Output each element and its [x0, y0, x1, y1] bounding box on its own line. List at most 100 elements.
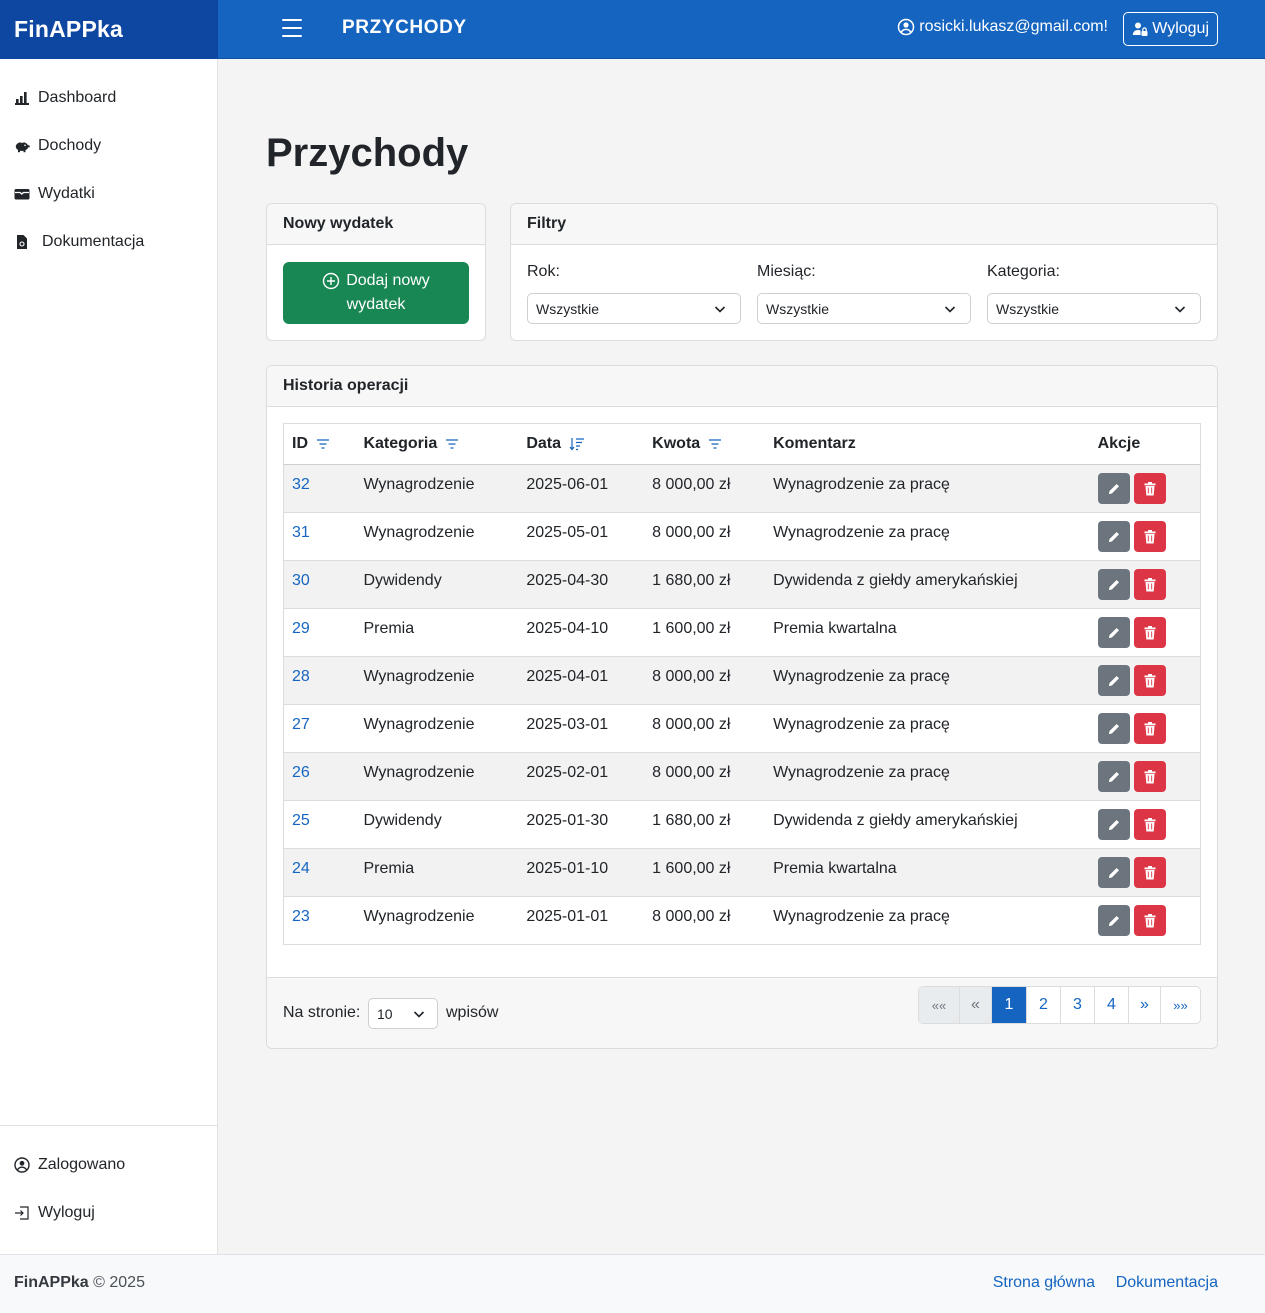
sidebar-logout[interactable]: Wyloguj [14, 1204, 95, 1222]
delete-button[interactable] [1133, 761, 1166, 792]
page-link[interactable]: 2 [1026, 987, 1060, 1023]
edit-button[interactable] [1097, 809, 1130, 840]
delete-button[interactable] [1133, 665, 1166, 696]
edit-button[interactable] [1097, 569, 1130, 600]
cell-id: 26 [283, 752, 356, 801]
menu-toggle-icon[interactable] [282, 19, 302, 37]
add-expense-button[interactable]: Dodaj nowy wydatek [283, 262, 469, 324]
col-amount[interactable]: Kwota [644, 423, 766, 465]
pagination: «« «1 2 3 4»»» [918, 986, 1201, 1024]
col-date[interactable]: Data [518, 423, 645, 465]
trash-icon [1144, 721, 1156, 735]
delete-button[interactable] [1133, 713, 1166, 744]
category-select[interactable]: Wszystkie [987, 293, 1201, 324]
table-row: 24 Premia 2025-01-10 1 600,00 zł Premia kwar… [283, 848, 1201, 897]
edit-button[interactable] [1097, 473, 1130, 504]
row-comment: Wynagrodzenie za pracę [773, 475, 950, 493]
cell-amount: 8 000,00 zł [644, 656, 766, 705]
month-select[interactable]: Wszystkie [757, 293, 971, 324]
table-row: 28 Wynagrodzenie 2025-04-01 8 000,00 zł Wyna… [283, 656, 1201, 705]
col-id[interactable]: ID [283, 423, 356, 465]
per-page-value: 10 [377, 1005, 393, 1022]
row-category: Dywidendy [363, 811, 442, 829]
row-id-link[interactable]: 23 [292, 908, 310, 925]
page-link[interactable]: 1 [991, 987, 1026, 1023]
cell-id: 24 [283, 848, 356, 897]
trash-icon [1144, 577, 1156, 591]
cell-category: Premia [355, 848, 519, 897]
cell-date: 2025-04-30 [518, 560, 645, 609]
year-label: Rok: [527, 263, 560, 280]
row-amount: 8 000,00 zł [652, 475, 731, 493]
cell-category: Wynagrodzenie [355, 752, 519, 801]
pencil-icon [1108, 627, 1119, 638]
table-row: 31 Wynagrodzenie 2025-05-01 8 000,00 zł Wyna… [283, 512, 1201, 561]
cell-category: Wynagrodzenie [355, 464, 519, 513]
page-link[interactable]: » [1128, 987, 1160, 1023]
user-email-text: rosicki.lukasz@gmail.com! [919, 18, 1108, 35]
delete-button[interactable] [1133, 905, 1166, 936]
row-category: Dywidendy [363, 571, 442, 589]
logout-button[interactable]: Wyloguj [1123, 12, 1218, 46]
row-id-link[interactable]: 24 [292, 860, 310, 877]
row-id-link[interactable]: 30 [292, 572, 310, 589]
page-title: Przychody [266, 131, 469, 175]
edit-button[interactable] [1097, 617, 1130, 648]
sidebar-item-dokumentacja[interactable]: Dokumentacja [14, 233, 144, 251]
delete-button[interactable] [1133, 617, 1166, 648]
page-footer: FinAPPka © 2025 Strona główna Dokumentac… [0, 1254, 1265, 1313]
brand-logo[interactable]: FinAPPka [14, 16, 123, 43]
edit-button[interactable] [1097, 761, 1130, 792]
row-category: Wynagrodzenie [363, 523, 475, 541]
row-id-link[interactable]: 29 [292, 620, 310, 637]
delete-button[interactable] [1133, 569, 1166, 600]
row-category: Wynagrodzenie [363, 907, 475, 925]
cell-id: 31 [283, 512, 356, 561]
per-page-select[interactable]: 10 [368, 998, 438, 1029]
trash-icon [1144, 865, 1156, 879]
delete-button[interactable] [1133, 857, 1166, 888]
row-id-link[interactable]: 26 [292, 764, 310, 781]
sidebar-item-dochody[interactable]: Dochody [14, 137, 101, 155]
row-id-link[interactable]: 28 [292, 668, 310, 685]
cell-amount: 1 600,00 zł [644, 608, 766, 657]
page-link[interactable]: »» [1160, 987, 1200, 1023]
delete-button[interactable] [1133, 809, 1166, 840]
cell-actions [1089, 656, 1201, 705]
cell-date: 2025-01-30 [518, 800, 645, 849]
pencil-icon [1108, 915, 1119, 926]
row-id-link[interactable]: 27 [292, 716, 310, 733]
edit-button[interactable] [1097, 713, 1130, 744]
delete-button[interactable] [1133, 473, 1166, 504]
edit-button[interactable] [1097, 521, 1130, 552]
table-row: 26 Wynagrodzenie 2025-02-01 8 000,00 zł Wyna… [283, 752, 1201, 801]
year-select[interactable]: Wszystkie [527, 293, 741, 324]
row-comment: Premia kwartalna [773, 859, 897, 877]
row-amount: 8 000,00 zł [652, 763, 731, 781]
footer-link-docs[interactable]: Dokumentacja [1116, 1274, 1218, 1292]
sidebar-item-wydatki[interactable]: Wydatki [14, 185, 95, 203]
pencil-icon [1108, 483, 1119, 494]
card-title: Historia operacji [267, 366, 1217, 407]
page-link[interactable]: 3 [1060, 987, 1094, 1023]
edit-button[interactable] [1097, 665, 1130, 696]
cell-id: 23 [283, 896, 356, 945]
footer-link-home[interactable]: Strona główna [993, 1274, 1095, 1292]
cell-category: Dywidendy [355, 800, 519, 849]
table-header-row: ID Kategoria Data Kwota Komentarz Akcje [283, 423, 1201, 465]
col-category[interactable]: Kategoria [355, 423, 519, 465]
delete-button[interactable] [1133, 521, 1166, 552]
year-select-value: Wszystkie [536, 300, 599, 317]
row-date: 2025-01-10 [526, 859, 609, 877]
row-amount: 1 680,00 zł [652, 811, 731, 829]
sidebar-item-dashboard[interactable]: Dashboard [14, 89, 116, 107]
row-category: Premia [363, 859, 415, 877]
row-id-link[interactable]: 31 [292, 524, 310, 541]
row-id-link[interactable]: 32 [292, 476, 310, 493]
cell-date: 2025-06-01 [518, 464, 645, 513]
edit-button[interactable] [1097, 905, 1130, 936]
row-id-link[interactable]: 25 [292, 812, 310, 829]
cell-comment: Wynagrodzenie za pracę [765, 704, 1090, 753]
page-link[interactable]: 4 [1094, 987, 1128, 1023]
edit-button[interactable] [1097, 857, 1130, 888]
